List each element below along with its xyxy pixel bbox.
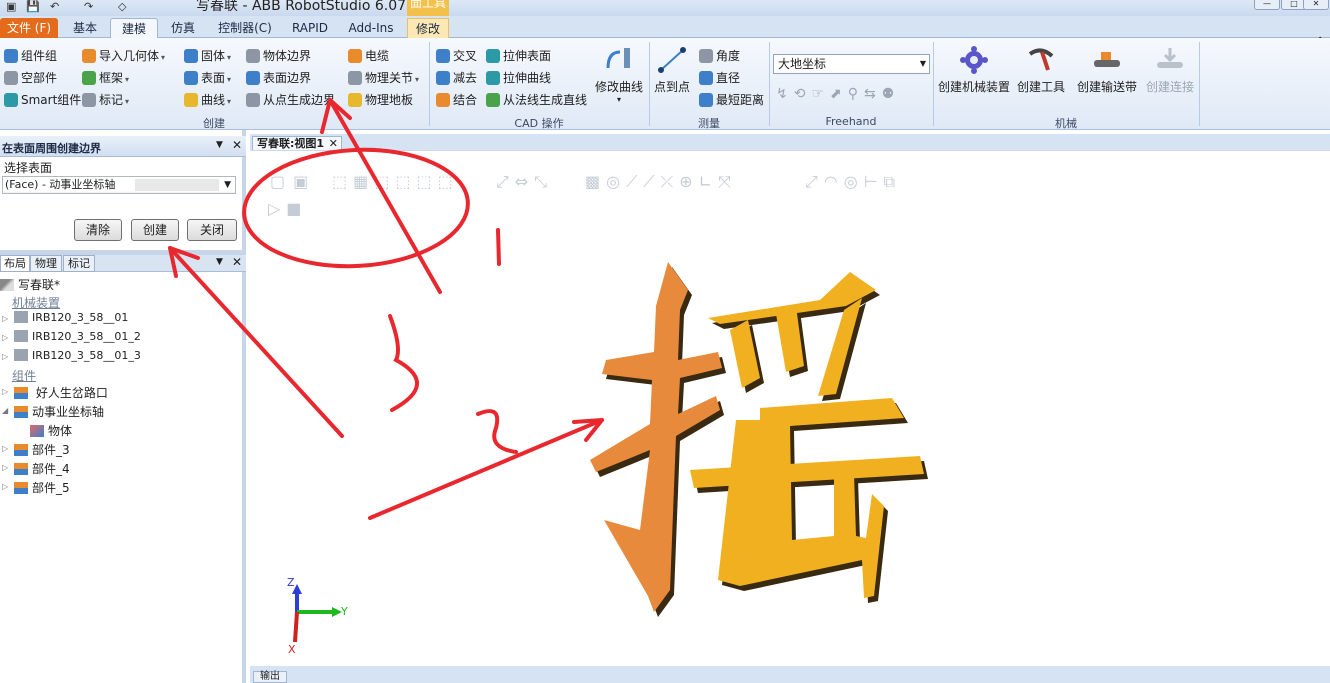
output-tab[interactable]: 输出 [253,671,287,683]
annotation-strokes [168,98,604,520]
axis-label-y: Y [341,605,348,618]
axis-label-z: Z [287,576,295,589]
character-model[interactable] [590,262,928,617]
bottom-tab-strip [250,666,1330,683]
axis-gizmo [292,584,342,643]
axis-label-x: X [288,643,296,656]
viewport-drawing [168,98,928,643]
